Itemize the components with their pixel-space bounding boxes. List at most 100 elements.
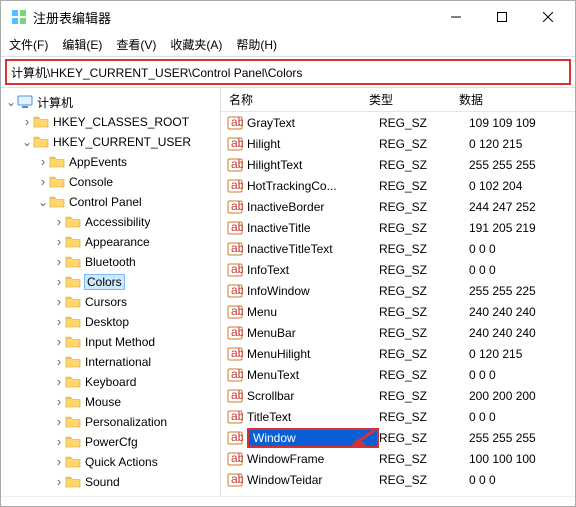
expand-chevron-icon[interactable] (53, 397, 65, 407)
tree-node[interactable]: 计算机 (1, 92, 220, 112)
menu-view[interactable]: 查看(V) (116, 36, 156, 53)
node-label[interactable]: Console (69, 175, 113, 189)
close-button[interactable] (525, 1, 571, 33)
col-type[interactable]: 类型 (361, 91, 451, 108)
menu-help[interactable]: 帮助(H) (236, 36, 277, 53)
node-label[interactable]: HKEY_CURRENT_USER (53, 135, 191, 149)
tree-node[interactable]: Mouse (1, 392, 220, 412)
expand-chevron-icon[interactable] (53, 457, 65, 467)
tree-node[interactable]: Control Panel (1, 192, 220, 212)
tree-node[interactable]: Colors (1, 272, 220, 292)
tree-view[interactable]: 计算机 HKEY_CLASSES_ROOT HKEY_CURRENT_USER App… (1, 88, 221, 496)
tree-node[interactable]: Keyboard (1, 372, 220, 392)
tree-node[interactable]: Bluetooth (1, 252, 220, 272)
node-label[interactable]: Bluetooth (85, 255, 136, 269)
expand-chevron-icon[interactable] (53, 257, 65, 267)
cell-name: InactiveBorder (247, 200, 379, 214)
tree-node[interactable]: Accessibility (1, 212, 220, 232)
expand-chevron-icon[interactable] (53, 437, 65, 447)
expand-chevron-icon[interactable] (37, 157, 49, 167)
list-row[interactable]: abInfoWindowREG_SZ255 255 225 (221, 280, 575, 301)
node-label[interactable]: Quick Actions (85, 455, 158, 469)
expand-chevron-icon[interactable] (5, 97, 17, 107)
list-row[interactable]: abMenuREG_SZ240 240 240 (221, 301, 575, 322)
menu-favorites[interactable]: 收藏夹(A) (170, 36, 222, 53)
list-row[interactable]: abHotTrackingCo...REG_SZ0 102 204 (221, 175, 575, 196)
node-label[interactable]: Sound (85, 475, 120, 489)
address-bar[interactable]: 计算机\HKEY_CURRENT_USER\Control Panel\Colo… (5, 59, 571, 85)
expand-chevron-icon[interactable] (53, 357, 65, 367)
tree-node[interactable]: Input Method (1, 332, 220, 352)
svg-text:ab: ab (231, 367, 243, 381)
node-label[interactable]: AppEvents (69, 155, 127, 169)
node-label[interactable]: Control Panel (69, 195, 142, 209)
maximize-button[interactable] (479, 1, 525, 33)
tree-node[interactable]: HKEY_CLASSES_ROOT (1, 112, 220, 132)
col-name[interactable]: 名称 (221, 91, 361, 108)
node-label[interactable]: Mouse (85, 395, 121, 409)
expand-chevron-icon[interactable] (53, 217, 65, 227)
node-label[interactable]: Desktop (85, 315, 129, 329)
expand-chevron-icon[interactable] (53, 477, 65, 487)
list-row[interactable]: abInactiveBorderREG_SZ244 247 252 (221, 196, 575, 217)
expand-chevron-icon[interactable] (53, 277, 65, 287)
expand-chevron-icon[interactable] (53, 297, 65, 307)
node-label[interactable]: 计算机 (37, 94, 73, 111)
node-label[interactable]: PowerCfg (85, 435, 138, 449)
cell-type: REG_SZ (379, 431, 469, 445)
expand-chevron-icon[interactable] (53, 417, 65, 427)
expand-chevron-icon[interactable] (21, 117, 33, 127)
node-label[interactable]: Personalization (85, 415, 167, 429)
node-label[interactable]: Accessibility (85, 215, 150, 229)
tree-node[interactable]: Quick Actions (1, 452, 220, 472)
menu-file[interactable]: 文件(F) (9, 36, 48, 53)
list-row[interactable]: abGrayTextREG_SZ109 109 109 (221, 112, 575, 133)
list-row[interactable]: abWindowFrameREG_SZ100 100 100 (221, 448, 575, 469)
tree-node[interactable]: Console (1, 172, 220, 192)
tree-node[interactable]: Appearance (1, 232, 220, 252)
expand-chevron-icon[interactable] (37, 197, 49, 207)
cell-type: REG_SZ (379, 389, 469, 403)
list-row[interactable]: abMenuBarREG_SZ240 240 240 (221, 322, 575, 343)
list-header[interactable]: 名称 类型 数据 (221, 88, 575, 112)
list-row[interactable]: abWindowREG_SZ255 255 255 (221, 427, 575, 448)
tree-node[interactable]: International (1, 352, 220, 372)
expand-chevron-icon[interactable] (53, 337, 65, 347)
node-label[interactable]: Cursors (85, 295, 127, 309)
content-area: 计算机 HKEY_CLASSES_ROOT HKEY_CURRENT_USER App… (1, 87, 575, 496)
tree-node[interactable]: Desktop (1, 312, 220, 332)
list-row[interactable]: abWindowTeidarREG_SZ0 0 0 (221, 469, 575, 490)
expand-chevron-icon[interactable] (53, 317, 65, 327)
node-label[interactable]: International (85, 355, 151, 369)
expand-chevron-icon[interactable] (37, 177, 49, 187)
expand-chevron-icon[interactable] (21, 137, 33, 147)
expand-chevron-icon[interactable] (53, 377, 65, 387)
list-row[interactable]: abHilightREG_SZ0 120 215 (221, 133, 575, 154)
cell-name: InfoText (247, 263, 379, 277)
node-label[interactable]: Keyboard (85, 375, 136, 389)
col-data[interactable]: 数据 (451, 91, 575, 108)
tree-node[interactable]: Cursors (1, 292, 220, 312)
list-row[interactable]: abTitleTextREG_SZ0 0 0 (221, 406, 575, 427)
list-row[interactable]: abScrollbarREG_SZ200 200 200 (221, 385, 575, 406)
tree-node[interactable]: Personalization (1, 412, 220, 432)
node-label[interactable]: HKEY_CLASSES_ROOT (53, 115, 189, 129)
list-body[interactable]: abGrayTextREG_SZ109 109 109abHilightREG_… (221, 112, 575, 496)
tree-node[interactable]: PowerCfg (1, 432, 220, 452)
minimize-button[interactable] (433, 1, 479, 33)
titlebar[interactable]: 注册表编辑器 (1, 1, 575, 33)
list-row[interactable]: abInactiveTitleREG_SZ191 205 219 (221, 217, 575, 238)
list-row[interactable]: abHilightTextREG_SZ255 255 255 (221, 154, 575, 175)
node-label[interactable]: Colors (85, 275, 124, 289)
menu-edit[interactable]: 编辑(E) (62, 36, 102, 53)
list-row[interactable]: abInfoTextREG_SZ0 0 0 (221, 259, 575, 280)
expand-chevron-icon[interactable] (53, 237, 65, 247)
tree-node[interactable]: HKEY_CURRENT_USER (1, 132, 220, 152)
tree-node[interactable]: AppEvents (1, 152, 220, 172)
list-row[interactable]: abMenuTextREG_SZ0 0 0 (221, 364, 575, 385)
node-label[interactable]: Appearance (85, 235, 150, 249)
list-row[interactable]: abMenuHilightREG_SZ0 120 215 (221, 343, 575, 364)
list-row[interactable]: abInactiveTitleTextREG_SZ0 0 0 (221, 238, 575, 259)
node-label[interactable]: Input Method (85, 335, 155, 349)
tree-node[interactable]: Sound (1, 472, 220, 492)
